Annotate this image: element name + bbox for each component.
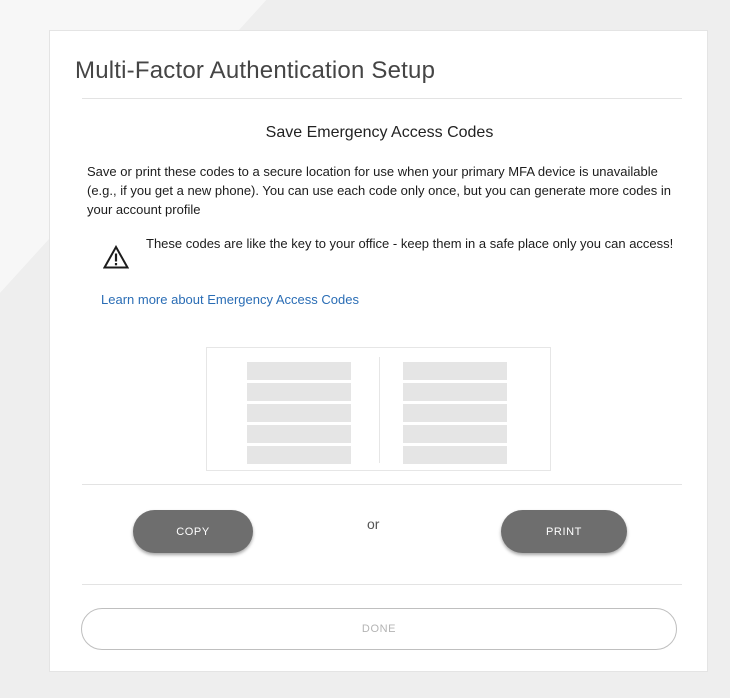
- actions-divider: [82, 584, 682, 585]
- copy-button[interactable]: COPY: [133, 510, 253, 553]
- page-title: Multi-Factor Authentication Setup: [75, 57, 436, 84]
- done-button[interactable]: DONE: [81, 608, 677, 650]
- or-separator: or: [367, 516, 380, 532]
- codes-column-divider: [379, 357, 380, 463]
- warning-notice: These codes are like the key to your off…: [87, 235, 687, 279]
- code-placeholder: [403, 425, 507, 443]
- code-placeholder: [247, 362, 351, 380]
- code-placeholder: [403, 362, 507, 380]
- codes-column-right: [403, 362, 507, 467]
- instructions-text: Save or print these codes to a secure lo…: [87, 164, 671, 217]
- warning-triangle-icon: [103, 245, 129, 269]
- access-codes-box: [206, 347, 551, 471]
- mfa-setup-card: Multi-Factor Authentication Setup Save E…: [49, 30, 708, 672]
- print-button[interactable]: PRINT: [501, 510, 627, 553]
- title-divider: [82, 98, 682, 99]
- code-placeholder: [403, 404, 507, 422]
- code-placeholder: [247, 446, 351, 464]
- code-placeholder: [403, 383, 507, 401]
- code-placeholder: [247, 425, 351, 443]
- learn-more-link[interactable]: Learn more about Emergency Access Codes: [101, 292, 359, 307]
- code-placeholder: [247, 404, 351, 422]
- codes-divider: [82, 484, 682, 485]
- code-placeholder: [247, 383, 351, 401]
- section-heading: Save Emergency Access Codes: [265, 124, 494, 141]
- warning-text: These codes are like the key to your off…: [146, 236, 674, 251]
- codes-column-left: [247, 362, 351, 467]
- code-placeholder: [403, 446, 507, 464]
